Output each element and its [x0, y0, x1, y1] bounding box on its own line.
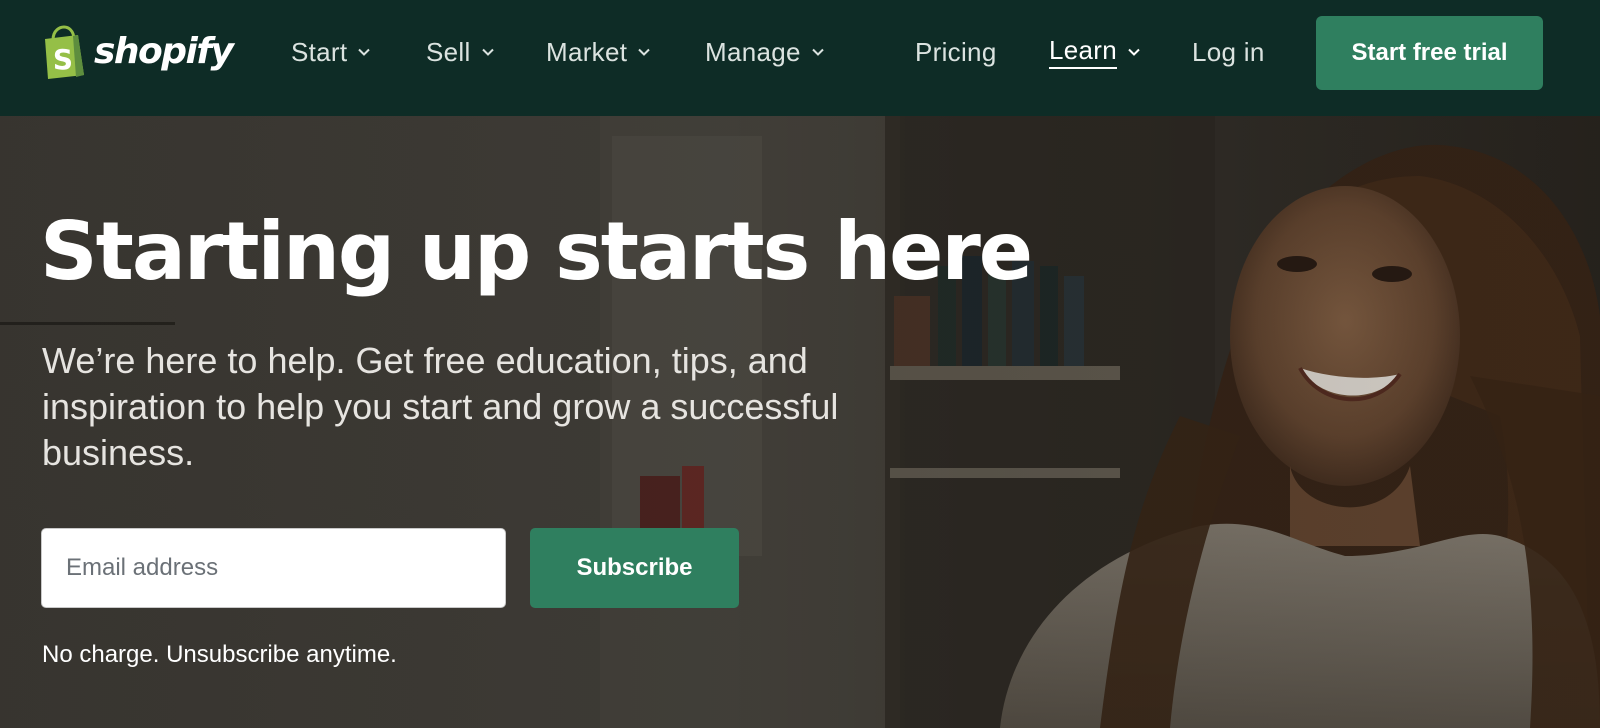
- shopify-bag-icon: S: [45, 25, 84, 79]
- nav-login-label: Log in: [1192, 36, 1265, 67]
- svg-text:S: S: [53, 43, 73, 76]
- chevron-down-icon: [811, 45, 825, 59]
- chevron-down-icon: [1127, 45, 1141, 59]
- start-free-trial-button[interactable]: Start free trial: [1316, 16, 1543, 90]
- nav-learn[interactable]: Learn: [1049, 34, 1141, 70]
- nav-sell-label: Sell: [426, 36, 471, 67]
- shopify-logo-link[interactable]: S shopify: [40, 24, 234, 80]
- nav-start[interactable]: Start: [291, 34, 371, 70]
- nav-learn-label: Learn: [1049, 35, 1117, 69]
- nav-manage-label: Manage: [705, 36, 801, 67]
- top-navigation: S shopify Start Sell Market Manage Prici…: [0, 0, 1600, 116]
- nav-pricing-label: Pricing: [915, 36, 997, 67]
- hero-section: Starting up starts here We’re here to he…: [0, 116, 1600, 728]
- nav-manage[interactable]: Manage: [705, 34, 825, 70]
- chevron-down-icon: [357, 45, 371, 59]
- nav-market-label: Market: [546, 36, 628, 67]
- shopify-wordmark: shopify: [94, 31, 234, 72]
- chevron-down-icon: [481, 45, 495, 59]
- nav-sell[interactable]: Sell: [426, 34, 495, 70]
- email-input[interactable]: [41, 528, 506, 608]
- nav-pricing[interactable]: Pricing: [915, 34, 997, 70]
- subscribe-disclaimer: No charge. Unsubscribe anytime.: [42, 641, 397, 668]
- hero-subcopy: We’re here to help. Get free education, …: [42, 340, 839, 473]
- nav-market[interactable]: Market: [546, 34, 651, 70]
- nav-start-label: Start: [291, 36, 348, 67]
- chevron-down-icon: [637, 45, 651, 59]
- nav-login[interactable]: Log in: [1192, 34, 1265, 70]
- subscribe-button[interactable]: Subscribe: [530, 528, 739, 608]
- hero-headline: Starting up starts here: [40, 205, 1033, 298]
